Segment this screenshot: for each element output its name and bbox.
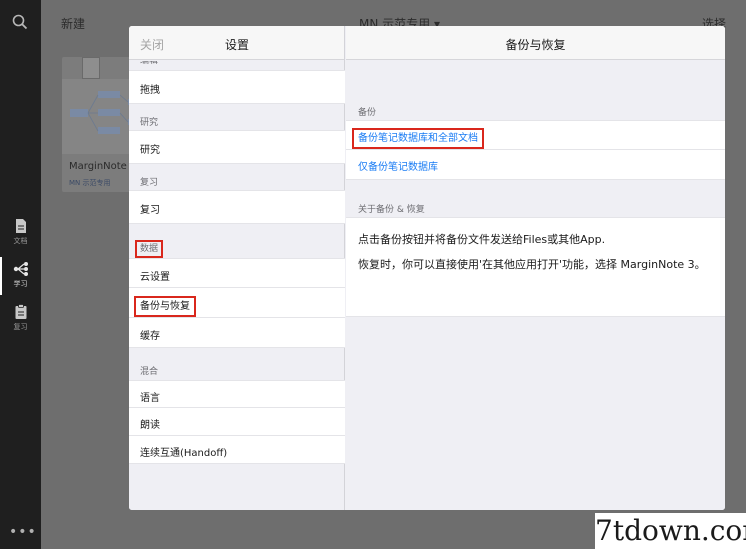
left-rail: 文档 学习 复习 ••• [0, 0, 41, 549]
mindmap-icon [13, 262, 28, 276]
backup-db-only-label: 仅备份笔记数据库 [358, 162, 438, 173]
rail-label: 学习 [13, 280, 28, 288]
section-header-data: 数据 [129, 224, 345, 258]
settings-row-language[interactable]: 语言 [129, 380, 345, 408]
settings-row-backup-restore[interactable]: 备份与恢复 [129, 288, 345, 318]
document-thumbnail-icon [82, 57, 100, 79]
settings-list[interactable]: 编辑 拖拽 研究 研究 复习 复习 数据 云设置 备份与恢复 缓存 混合 语言 … [129, 61, 345, 464]
about-section-header: 关于备份 & 恢复 [358, 205, 425, 215]
section-header-misc: 混合 [129, 348, 345, 380]
settings-row-review[interactable]: 复习 [129, 190, 345, 224]
document-notebook: MN 示范专用 [69, 179, 111, 187]
settings-row-research[interactable]: 研究 [129, 130, 345, 164]
settings-pane: 关闭 设置 编辑 拖拽 研究 研究 复习 复习 数据 云设置 备份与恢复 缓存 … [129, 26, 345, 510]
new-button[interactable]: 新建 [61, 15, 85, 32]
section-header-label: 研究 [140, 118, 159, 128]
row-label: 缓存 [140, 331, 160, 342]
rail-tab-documents[interactable]: 文档 [0, 214, 41, 252]
about-paragraph-backup: 点击备份按钮并将备份文件发送给Files或其他App. [358, 233, 606, 246]
rail-tab-review[interactable]: 复习 [0, 300, 41, 338]
settings-row-cloud[interactable]: 云设置 [129, 258, 345, 288]
row-label: 备份与恢复 [134, 296, 196, 317]
watermark: 7tdown.com [595, 513, 746, 549]
document-icon [15, 219, 26, 233]
section-header-label: 编辑 [140, 61, 159, 66]
about-backup-text: 点击备份按钮并将备份文件发送给Files或其他App. 恢复时，你可以直接使用'… [346, 217, 725, 317]
search-icon[interactable] [11, 13, 29, 31]
backup-all-button[interactable]: 备份笔记数据库和全部文档 [346, 120, 725, 150]
row-label: 研究 [140, 145, 160, 156]
more-icon[interactable]: ••• [9, 524, 37, 540]
clipboard-icon [15, 304, 26, 319]
section-header-label: 复习 [140, 178, 159, 188]
settings-navbar: 关闭 设置 [129, 26, 344, 60]
row-label: 语言 [140, 393, 160, 404]
backup-restore-pane: 备份与恢复 备份 备份笔记数据库和全部文档 仅备份笔记数据库 关于备份 & 恢复… [346, 26, 725, 510]
row-label: 云设置 [140, 272, 170, 283]
backup-navbar: 备份与恢复 [346, 26, 725, 60]
settings-row-drag[interactable]: 拖拽 [129, 70, 345, 104]
row-label: 拖拽 [140, 85, 160, 96]
section-header-review: 复习 [129, 164, 345, 190]
backup-section-header: 备份 [358, 108, 377, 118]
settings-row-handoff[interactable]: 连续互通(Handoff) [129, 436, 345, 464]
section-header-label: 数据 [134, 240, 164, 258]
backup-all-label: 备份笔记数据库和全部文档 [352, 128, 484, 149]
row-label: 朗读 [140, 420, 160, 431]
row-label: 复习 [140, 205, 160, 216]
about-paragraph-restore: 恢复时，你可以直接使用'在其他应用打开'功能，选择 MarginNote 3。 [358, 258, 706, 271]
rail-label: 文档 [13, 237, 28, 245]
settings-row-cache[interactable]: 缓存 [129, 318, 345, 348]
rail-label: 复习 [13, 323, 28, 331]
settings-row-read-aloud[interactable]: 朗读 [129, 408, 345, 436]
section-header-edit: 编辑 [129, 61, 345, 70]
backup-db-only-button[interactable]: 仅备份笔记数据库 [346, 150, 725, 180]
backup-title: 备份与恢复 [505, 38, 566, 52]
settings-modal: 关闭 设置 编辑 拖拽 研究 研究 复习 复习 数据 云设置 备份与恢复 缓存 … [129, 26, 725, 510]
section-header-label: 混合 [140, 367, 159, 377]
rail-tab-study[interactable]: 学习 [0, 257, 41, 295]
row-label: 连续互通(Handoff) [140, 448, 228, 459]
section-header-research: 研究 [129, 104, 345, 130]
settings-title: 设置 [224, 38, 249, 52]
